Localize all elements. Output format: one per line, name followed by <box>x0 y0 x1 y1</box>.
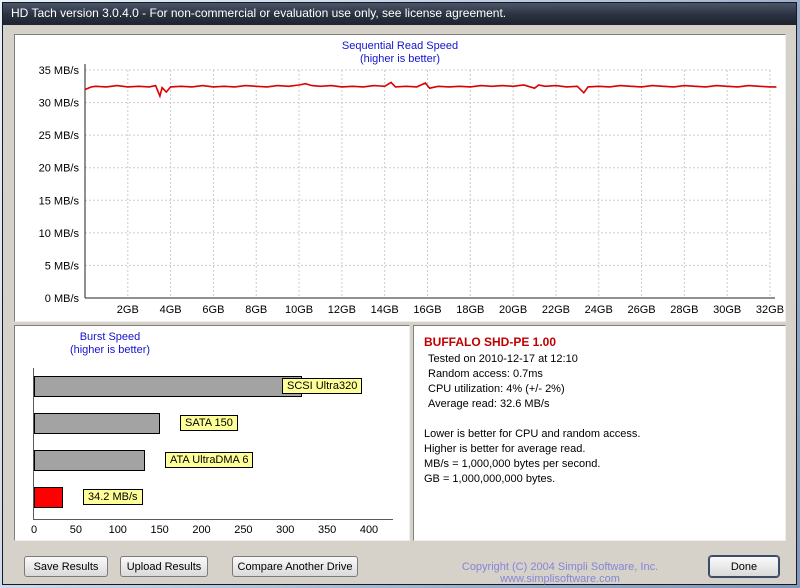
burst-chart-title: Burst Speed <box>15 331 205 343</box>
y-axis-label: 10 MB/s <box>39 228 80 240</box>
burst-bar-1 <box>34 376 302 397</box>
burst-axis-tick: 350 <box>318 524 336 536</box>
x-axis-label: 22GB <box>542 304 570 316</box>
y-axis-label: 0 MB/s <box>45 293 80 305</box>
x-axis-label: 8GB <box>245 304 267 316</box>
x-axis-label: 16GB <box>413 304 441 316</box>
x-axis-label: 32GB <box>756 304 784 316</box>
burst-axis-tick: 100 <box>109 524 127 536</box>
burst-axis-tick: 250 <box>234 524 252 536</box>
x-axis-label: 14GB <box>371 304 399 316</box>
x-axis-label: 2GB <box>117 304 139 316</box>
burst-chart: 050100150200250300350400SCSI Ultra320SAT… <box>33 368 393 520</box>
burst-axis-tick: 0 <box>31 524 37 536</box>
done-button[interactable]: Done <box>709 556 779 577</box>
drive-info-panel: BUFFALO SHD-PE 1.00 Tested on 2010-12-17… <box>413 325 786 541</box>
upload-results-button[interactable]: Upload Results <box>120 556 208 577</box>
note-line: Lower is better for CPU and random acces… <box>414 427 785 442</box>
info-notes: Lower is better for CPU and random acces… <box>414 427 785 487</box>
client-area: Sequential Read Speed (higher is better)… <box>3 25 796 584</box>
sequential-read-line <box>85 82 776 96</box>
y-axis-label: 25 MB/s <box>39 130 80 142</box>
burst-axis-tick: 300 <box>276 524 294 536</box>
x-axis-label: 6GB <box>202 304 224 316</box>
x-axis-label: 10GB <box>285 304 313 316</box>
x-axis-label: 26GB <box>627 304 655 316</box>
burst-bar-4 <box>34 487 63 508</box>
burst-speed-panel: Burst Speed (higher is better) 050100150… <box>14 325 410 541</box>
burst-axis-tick: 50 <box>70 524 82 536</box>
burst-bar-label: 34.2 MB/s <box>83 489 143 505</box>
note-line: MB/s = 1,000,000 bytes per second. <box>414 457 785 472</box>
y-axis-label: 5 MB/s <box>45 260 80 272</box>
x-axis-label: 30GB <box>713 304 741 316</box>
note-line: Higher is better for average read. <box>414 442 785 457</box>
y-axis-label: 30 MB/s <box>39 98 80 110</box>
x-axis-label: 12GB <box>328 304 356 316</box>
burst-chart-subtitle: (higher is better) <box>15 344 205 356</box>
window-title: HD Tach version 3.0.4.0 - For non-commer… <box>11 6 506 20</box>
burst-axis-tick: 200 <box>192 524 210 536</box>
x-axis-label: 20GB <box>499 304 527 316</box>
burst-axis-tick: 150 <box>150 524 168 536</box>
hdtach-window: HD Tach version 3.0.4.0 - For non-commer… <box>2 2 797 585</box>
y-axis-label: 15 MB/s <box>39 195 80 207</box>
tested-on-line: Tested on 2010-12-17 at 12:10 <box>414 352 785 367</box>
save-results-button[interactable]: Save Results <box>24 556 108 577</box>
burst-bar-3 <box>34 450 145 471</box>
note-line: GB = 1,000,000,000 bytes. <box>414 472 785 487</box>
copyright-text: Copyright (C) 2004 Simpli Software, Inc.… <box>410 561 710 585</box>
y-axis-label: 20 MB/s <box>39 163 80 175</box>
cpu-utilization-line: CPU utilization: 4% (+/- 2%) <box>414 382 785 397</box>
window-titlebar[interactable]: HD Tach version 3.0.4.0 - For non-commer… <box>3 3 796 25</box>
burst-axis-tick: 400 <box>360 524 378 536</box>
y-axis-label: 35 MB/s <box>39 65 80 77</box>
burst-bar-2 <box>34 413 160 434</box>
x-axis-label: 4GB <box>160 304 182 316</box>
compare-another-drive-button[interactable]: Compare Another Drive <box>232 556 358 577</box>
drive-name: BUFFALO SHD-PE 1.00 <box>414 326 785 352</box>
sequential-chart: 0 MB/s 5 MB/s 10 MB/s 15 MB/s 20 MB/s 25 MB/s… <box>15 35 785 321</box>
random-access-line: Random access: 0.7ms <box>414 367 785 382</box>
x-axis-label: 24GB <box>585 304 613 316</box>
sequential-read-panel: Sequential Read Speed (higher is better)… <box>14 34 786 322</box>
burst-bar-label: ATA UltraDMA 6 <box>165 452 253 468</box>
x-axis-label: 28GB <box>670 304 698 316</box>
burst-bar-label: SCSI Ultra320 <box>282 378 362 394</box>
burst-bar-label: SATA 150 <box>180 415 238 431</box>
average-read-line: Average read: 32.6 MB/s <box>414 397 785 412</box>
x-axis-label: 18GB <box>456 304 484 316</box>
